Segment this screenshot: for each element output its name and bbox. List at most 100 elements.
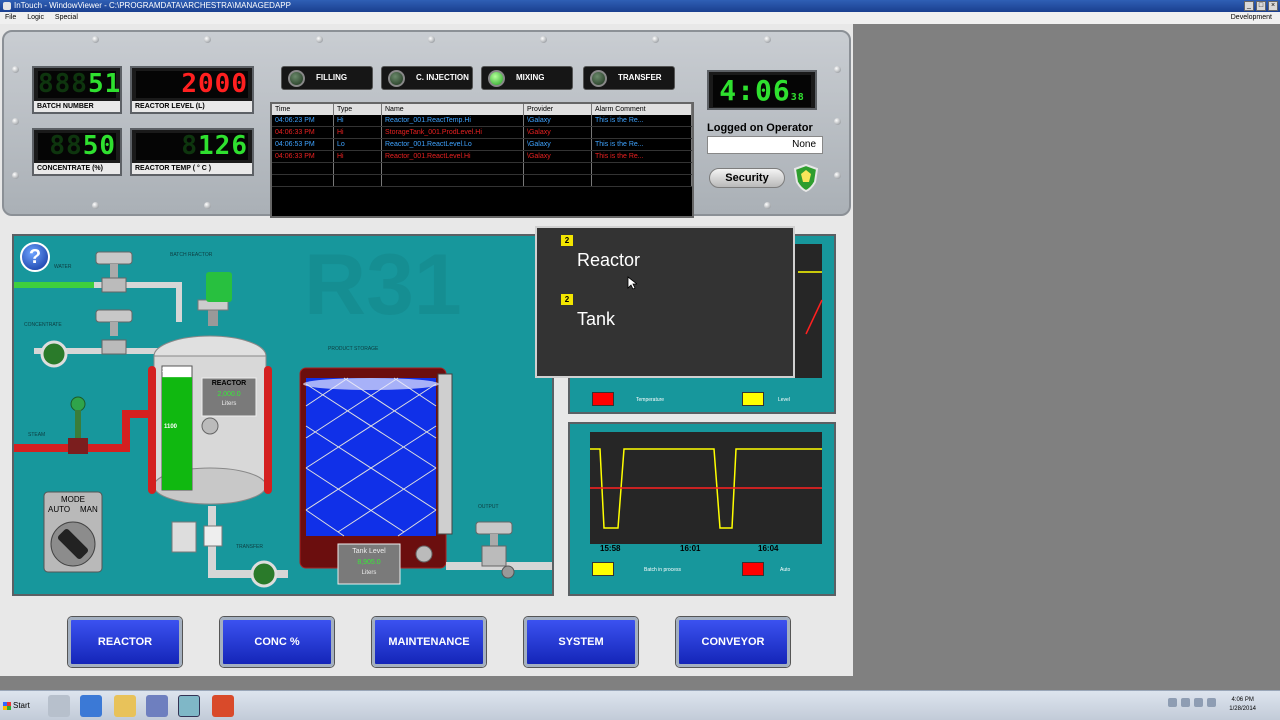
alarm-row[interactable]: 04:06:53 PM Lo Reactor_001.ReactLevel.Lo…: [272, 139, 692, 151]
trend-top-legend-temperature: Temperature: [636, 397, 665, 403]
reactor-level-value: 2000: [181, 69, 248, 99]
popup-item-reactor[interactable]: Reactor: [577, 250, 640, 271]
batch-number-label: BATCH NUMBER: [34, 101, 120, 112]
menu-logic[interactable]: Logic: [27, 14, 44, 21]
trend-top-legend-swatch: [592, 392, 614, 406]
server-manager-icon[interactable]: [48, 695, 70, 717]
mixing-indicator-icon: [488, 70, 505, 87]
window-title: InTouch - WindowViewer - C:\PROGRAMDATA\…: [14, 1, 291, 10]
digital-clock: 4:0638: [707, 70, 817, 110]
alarm-row-empty: [272, 175, 692, 187]
nav-conc-button[interactable]: CONC %: [220, 617, 334, 667]
reactor-alarm-count-badge: 2: [560, 234, 574, 247]
segment-ghost: 8: [181, 131, 199, 161]
reactor-title: REACTOR: [211, 380, 247, 387]
concentrate-pump-icon: [40, 340, 68, 368]
minimize-button[interactable]: _: [1244, 1, 1254, 11]
mode-filling[interactable]: FILLING: [281, 66, 373, 90]
rivet: [428, 36, 435, 43]
clock-seconds: 38: [790, 92, 805, 103]
alarm-row[interactable]: 04:06:33 PM Hi Reactor_001.ReactLevel.Hi…: [272, 151, 692, 163]
window-title-bar[interactable]: InTouch - WindowViewer - C:\PROGRAMDATA\…: [0, 0, 1280, 12]
intouch-viewer-icon[interactable]: [178, 695, 200, 717]
tray-volume-icon[interactable]: [1207, 698, 1216, 707]
alarm-name: StorageTank_001.ProdLevel.Hi: [382, 127, 524, 138]
trend-x-tick: 16:01: [680, 544, 701, 553]
nav-maintenance-button[interactable]: MAINTENANCE: [372, 617, 486, 667]
alarm-comment: This is the Re...: [592, 139, 692, 150]
reactor-level-display: 2000 REACTOR LEVEL (L): [130, 66, 254, 114]
archestra-ide-icon[interactable]: [146, 695, 168, 717]
filling-indicator-icon: [288, 70, 305, 87]
explorer-folder-icon[interactable]: [114, 695, 136, 717]
tank-knob-icon: [415, 545, 433, 563]
rivet: [764, 202, 771, 209]
rivet: [92, 36, 99, 43]
alarm-provider: \Galaxy: [524, 139, 592, 150]
tray-flag-icon[interactable]: [1194, 698, 1203, 707]
maximize-button[interactable]: □: [1256, 1, 1266, 11]
rivet: [834, 66, 841, 73]
nav-reactor-button[interactable]: REACTOR: [68, 617, 182, 667]
mode-mixing[interactable]: MIXING: [481, 66, 573, 90]
alarm-grid-header: Time Type Name Provider Alarm Comment: [272, 104, 692, 115]
menu-special[interactable]: Special: [55, 14, 78, 21]
system-tray: [1168, 698, 1216, 707]
trend-bottom-legend-swatch: [742, 562, 764, 576]
alarm-row[interactable]: 04:06:23 PM Hi Reactor_001.ReactTemp.Hi …: [272, 115, 692, 127]
powerpoint-icon[interactable]: [212, 695, 234, 717]
mode-mixing-label: MIXING: [516, 73, 545, 82]
trend-x-tick: 15:58: [600, 544, 621, 553]
mode-transfer[interactable]: TRANSFER: [583, 66, 675, 90]
alarm-row[interactable]: 04:06:33 PM Hi StorageTank_001.ProdLevel…: [272, 127, 692, 139]
alarm-grid[interactable]: Time Type Name Provider Alarm Comment 04…: [270, 102, 694, 218]
tray-clock[interactable]: 4:06 PM 1/28/2014: [1229, 696, 1256, 714]
menu-file[interactable]: File: [5, 14, 16, 21]
security-button[interactable]: Security: [709, 168, 785, 188]
tank-alarm-count-badge: 2: [560, 293, 574, 306]
batch-number-value: 51: [87, 69, 122, 99]
alarm-col-comment[interactable]: Alarm Comment: [592, 104, 692, 115]
mode-c-injection-label: C. INJECTION: [416, 73, 469, 82]
reactor-temp-label: REACTOR TEMP ( ° C ): [132, 163, 252, 174]
alarm-comment: [592, 127, 692, 138]
tray-network-icon[interactable]: [1181, 698, 1190, 707]
segment-ghost: 88: [49, 131, 83, 161]
c-injection-indicator-icon: [388, 70, 405, 87]
alarm-name: Reactor_001.ReactLevel.Hi: [382, 151, 524, 162]
alarm-col-provider[interactable]: Provider: [524, 104, 592, 115]
reactor-liters-unit: Liters: [221, 401, 237, 407]
nav-conveyor-button[interactable]: CONVEYOR: [676, 617, 790, 667]
rivet: [204, 36, 211, 43]
alarm-col-time[interactable]: Time: [272, 104, 334, 115]
tray-arrow-icon[interactable]: [1168, 698, 1177, 707]
close-button[interactable]: ×: [1268, 1, 1278, 11]
powershell-icon[interactable]: [80, 695, 102, 717]
reactor-level-label: REACTOR LEVEL (L): [132, 101, 252, 112]
rivet: [764, 36, 771, 43]
concentrate-display: 8850 CONCENTRATE (%): [32, 128, 122, 176]
mode-c-injection[interactable]: C. INJECTION: [381, 66, 473, 90]
popup-item-tank[interactable]: Tank: [577, 309, 615, 330]
menu-bar: File Logic Special Development: [0, 12, 1280, 24]
water-riser-pipe: [176, 282, 182, 322]
rivet: [652, 36, 659, 43]
concentrate-value: 50: [82, 131, 116, 161]
batch-reactor-label: BATCH REACTOR: [170, 252, 213, 258]
tray-date: 1/28/2014: [1229, 706, 1256, 712]
shield-icon[interactable]: [794, 164, 818, 192]
alarm-col-name[interactable]: Name: [382, 104, 524, 115]
nav-system-button[interactable]: SYSTEM: [524, 617, 638, 667]
output-label: OUTPUT: [478, 504, 499, 510]
alarm-summary-popup[interactable]: 2 Reactor 2 Tank: [535, 226, 795, 378]
tray-time: 4:06 PM: [1231, 697, 1254, 703]
reactor-scale-mid: 1100: [164, 424, 178, 430]
rivet: [316, 36, 323, 43]
alarm-col-type[interactable]: Type: [334, 104, 382, 115]
start-button[interactable]: Start: [1, 698, 35, 714]
reactor-liters-value: 2,000.0: [217, 391, 241, 398]
alarm-name: Reactor_001.ReactLevel.Lo: [382, 139, 524, 150]
taskbar: Start 4:06 PM 1/28/2014: [0, 690, 1280, 720]
batch-trend: 15:58 16:01 16:04 Batch in process Auto: [568, 422, 836, 596]
rivet: [834, 172, 841, 179]
